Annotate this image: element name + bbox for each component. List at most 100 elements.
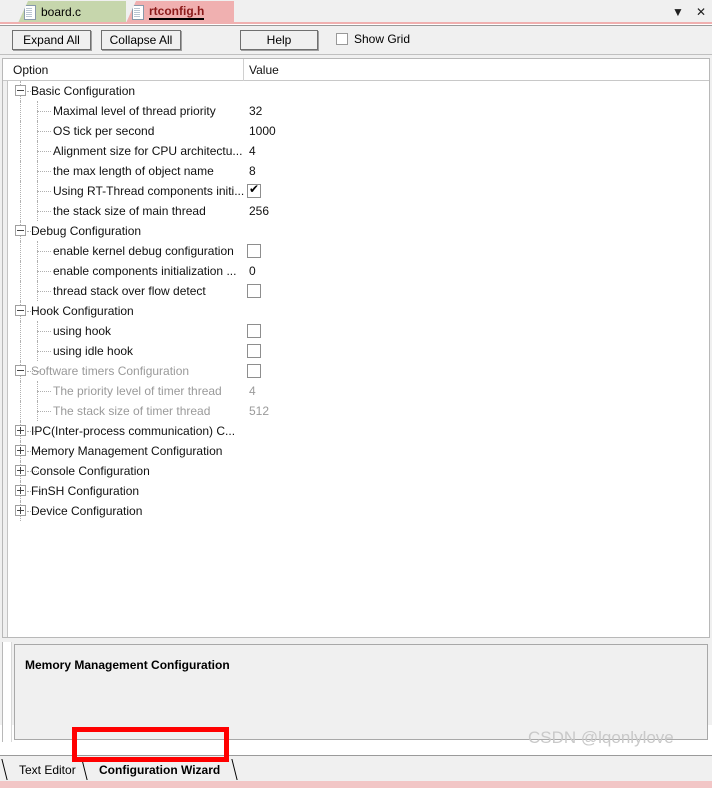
tree-row[interactable]: the max length of object name 8 [3,161,709,181]
tree-row-value[interactable]: 0 [249,264,256,278]
tree-tick-line [37,191,51,192]
collapse-icon[interactable] [15,305,26,316]
collapse-icon[interactable] [15,225,26,236]
tab-configuration-wizard[interactable]: Configuration Wizard [81,759,238,780]
tree-row-label: The stack size of timer thread [53,404,211,418]
tree-guide-line [20,321,21,341]
tree-row-checkbox[interactable] [247,324,261,338]
tree-row-label: FinSH Configuration [31,484,140,498]
document-tab-rtconfig-h[interactable]: rtconfig.h [126,1,234,23]
collapse-icon[interactable] [15,85,26,96]
close-icon[interactable]: ✕ [696,6,706,18]
tree-row-value[interactable]: 1000 [249,124,276,138]
expand-icon[interactable] [15,445,26,456]
tree-row-checkbox[interactable] [247,284,261,298]
tab-strip-underline [0,22,712,24]
tree-row[interactable]: Basic Configuration [3,81,709,101]
tree-row-checkbox[interactable] [247,244,261,258]
tree-row[interactable]: using idle hook [3,341,709,361]
tree-row-label: Software timers Configuration [31,364,190,378]
expand-icon[interactable] [15,425,26,436]
file-icon [24,4,36,20]
tree-row[interactable]: Device Configuration [3,501,709,521]
tree-row-label: The priority level of timer thread [53,384,222,398]
expand-icon[interactable] [15,485,26,496]
tree-guide-line [20,141,21,161]
tree-guide-line [20,281,21,301]
tree-tick-line [37,291,51,292]
tree-row-label: enable kernel debug configuration [53,244,234,258]
tree-row[interactable]: Memory Management Configuration [3,441,709,461]
show-grid-checkbox[interactable] [336,33,348,45]
help-button[interactable]: Help [240,30,318,50]
tree-tick-line [37,131,51,132]
chevron-down-icon[interactable]: ▼ [672,6,684,18]
tree-row[interactable]: Maximal level of thread priority 32 [3,101,709,121]
tree-row-checkbox[interactable] [247,344,261,358]
tree-tick-line [37,171,51,172]
tree-tick-line [37,151,51,152]
document-tab-label: rtconfig.h [149,4,205,20]
tree-row-checkbox[interactable] [247,364,261,378]
tree-row[interactable]: enable kernel debug configuration [3,241,709,261]
show-grid-control[interactable]: Show Grid [336,32,410,46]
tree-row-value[interactable]: 8 [249,164,256,178]
tree-column-header: Option Value [3,59,709,81]
tree-row[interactable]: The stack size of timer thread 512 [3,401,709,421]
tree-row[interactable]: Debug Configuration [3,221,709,241]
tree-guide-line [20,121,21,141]
document-tab-board-c[interactable]: board.c [18,1,126,23]
file-icon [132,4,144,20]
configuration-wizard-panel: Expand All Collapse All Help Show Grid O… [0,25,712,788]
tree-row-label: using hook [53,324,112,338]
document-tab-strip: board.c rtconfig.h ▼ ✕ [0,0,712,24]
column-header-value: Value [249,63,279,77]
tree-row[interactable]: Hook Configuration [3,301,709,321]
wizard-toolbar: Expand All Collapse All Help Show Grid [0,26,712,55]
collapse-icon[interactable] [15,365,26,376]
expand-all-button[interactable]: Expand All [12,30,91,50]
tree-row[interactable]: Console Configuration [3,461,709,481]
tree-row[interactable]: the stack size of main thread 256 [3,201,709,221]
tree-row[interactable]: Alignment size for CPU architectu... 4 [3,141,709,161]
tree-row[interactable]: FinSH Configuration [3,481,709,501]
tree-row-checkbox[interactable] [247,182,261,198]
tree-row-label: using idle hook [53,344,134,358]
tree-row[interactable]: enable components initialization ... 0 [3,261,709,281]
tree-row-value[interactable]: 4 [249,144,256,158]
tree-row-value[interactable]: 32 [249,104,262,118]
tree-row-value[interactable]: 256 [249,204,269,218]
tree-guide-line [20,261,21,281]
tree-row-label: IPC(Inter-process communication) C... [31,424,236,438]
tree-row[interactable]: using hook [3,321,709,341]
tree-row[interactable]: Using RT-Thread components initi... [3,181,709,201]
tree-tick-line [37,211,51,212]
tree-row-value[interactable]: 512 [249,404,269,418]
tree-row[interactable]: OS tick per second 1000 [3,121,709,141]
tree-guide-line [20,161,21,181]
tree-row-value[interactable]: 4 [249,384,256,398]
document-tab-label: board.c [41,5,82,19]
description-panel: Memory Management Configuration [14,644,708,740]
show-grid-label: Show Grid [354,32,411,46]
tree-row-label: enable components initialization ... [53,264,237,278]
tab-text-editor[interactable]: Text Editor [1,759,82,780]
tree-guide-line [20,181,21,201]
tree-row[interactable]: Software timers Configuration [3,361,709,381]
tree-row-label: Debug Configuration [31,224,142,238]
tree-tick-line [37,411,51,412]
tree-row-label: Hook Configuration [31,304,134,318]
tree-guide-line [20,381,21,401]
view-tab-label: Text Editor [19,762,76,777]
expand-icon[interactable] [15,505,26,516]
column-divider[interactable] [243,59,244,81]
collapse-all-button[interactable]: Collapse All [101,30,181,50]
expand-icon[interactable] [15,465,26,476]
tree-tick-line [37,351,51,352]
tree-row[interactable]: IPC(Inter-process communication) C... [3,421,709,441]
tree-row[interactable]: The priority level of timer thread 4 [3,381,709,401]
tree-row-label: Alignment size for CPU architectu... [53,144,243,158]
tree-row-label: Basic Configuration [31,84,136,98]
tree-row[interactable]: thread stack over flow detect [3,281,709,301]
tree-row-label: Using RT-Thread components initi... [53,184,245,198]
